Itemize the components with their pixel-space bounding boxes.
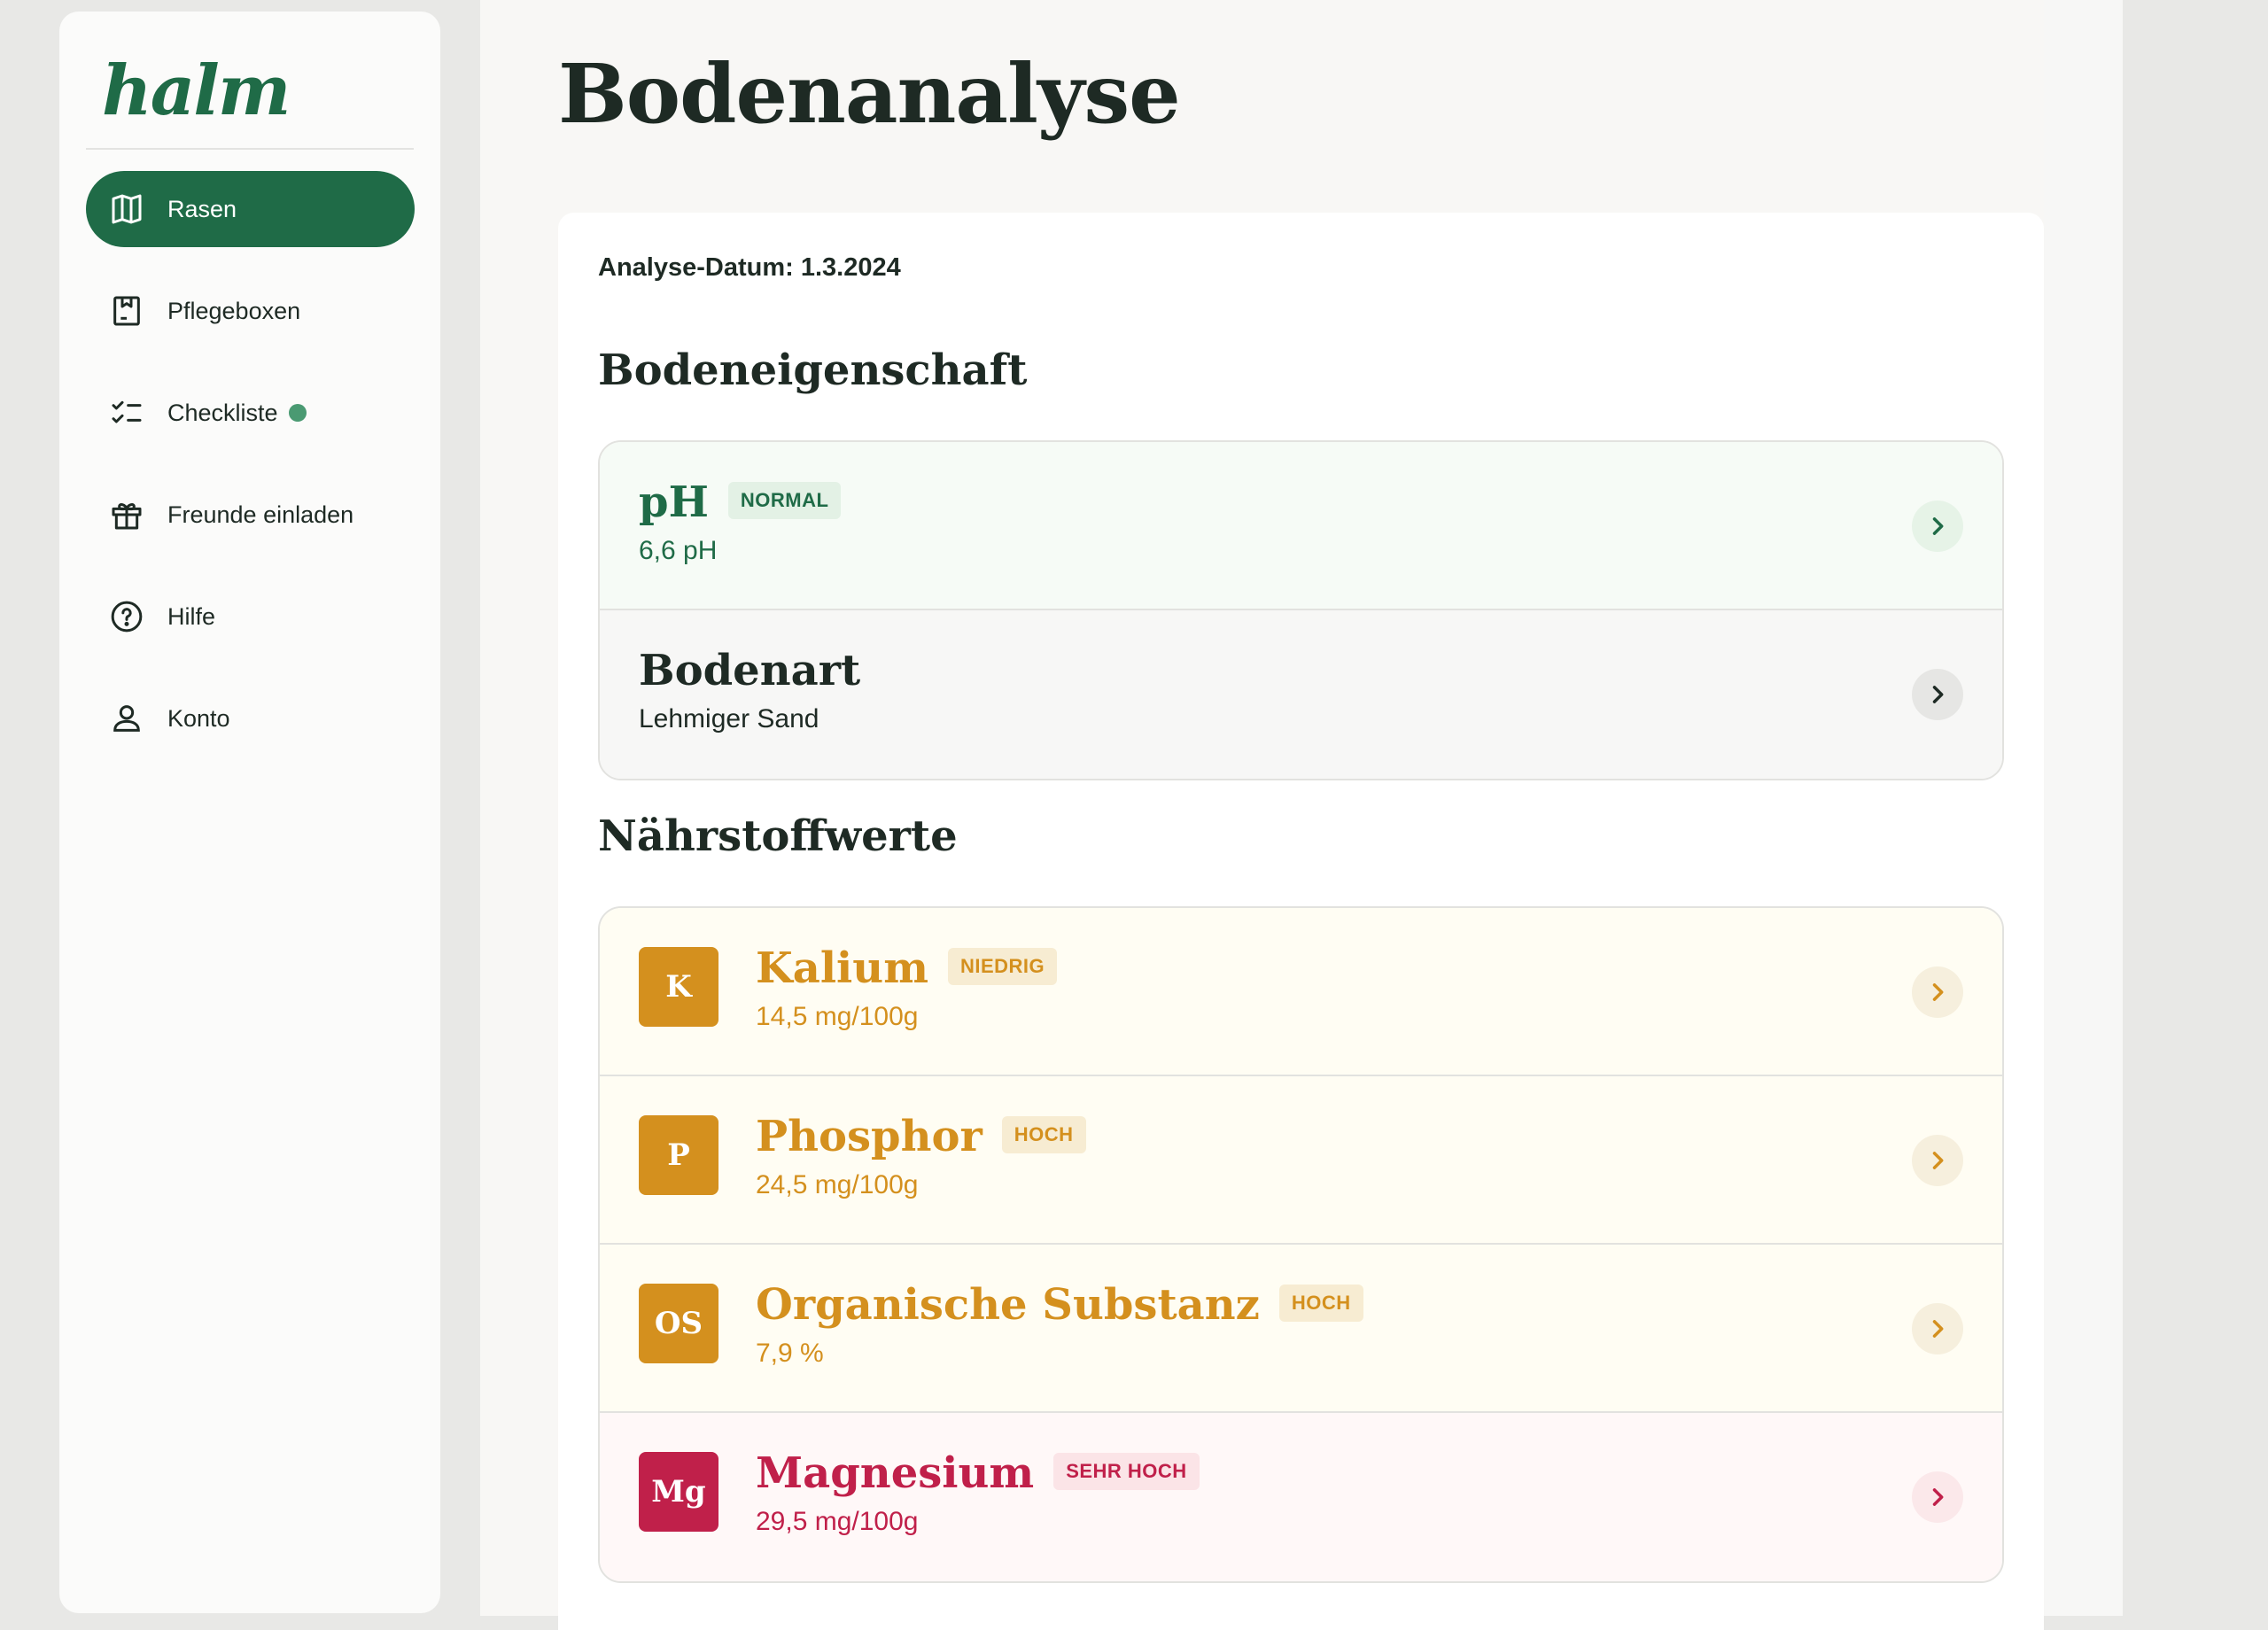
sidebar-item-label: Konto: [167, 704, 230, 732]
gift-icon: [109, 497, 144, 532]
sidebar-item-freunde-einladen[interactable]: Freunde einladen: [86, 477, 415, 553]
main-area: Bodenanalyse Analyse-Datum: 1.3.2024 Bod…: [480, 0, 2123, 1630]
nutrient-symbol-badge: K: [639, 947, 718, 1027]
help-circle-icon: [109, 599, 144, 634]
row-name-text: Magnesium: [756, 1448, 1035, 1498]
row-name: Bodenart: [639, 646, 861, 695]
sidebar-item-konto[interactable]: Konto: [86, 680, 415, 757]
row-name: Organische Substanz HOCH: [756, 1280, 1363, 1330]
analysis-card: Analyse-Datum: 1.3.2024 Bodeneigenschaft…: [558, 213, 2044, 1630]
chevron-right-icon[interactable]: [1912, 501, 1963, 552]
nutrient-row-magnesium[interactable]: Mg Magnesium SEHR HOCH 29,5 mg/100g: [600, 1413, 2002, 1581]
sidebar-item-label: Checkliste: [167, 399, 278, 426]
section-title-soil: Bodeneigenschaft: [598, 345, 1028, 395]
row-value: 29,5 mg/100g: [756, 1507, 919, 1536]
notification-dot: [288, 404, 307, 422]
section-title-nutrients: Nährstoffwerte: [598, 811, 958, 861]
divider: [86, 148, 414, 150]
row-value: 6,6 pH: [639, 536, 718, 565]
status-badge: NIEDRIG: [947, 947, 1058, 985]
nutrient-row-organische-substanz[interactable]: OS Organische Substanz HOCH 7,9 %: [600, 1245, 2002, 1413]
checklist-icon: [109, 395, 144, 431]
row-name: Magnesium SEHR HOCH: [756, 1448, 1200, 1498]
chevron-right-icon[interactable]: [1912, 1471, 1963, 1523]
row-value: 14,5 mg/100g: [756, 1002, 919, 1031]
user-icon: [109, 701, 144, 736]
row-name-text: Organische Substanz: [756, 1280, 1260, 1330]
nutrient-symbol-badge: Mg: [639, 1452, 718, 1532]
chevron-right-icon[interactable]: [1912, 966, 1963, 1018]
chevron-right-icon[interactable]: [1912, 669, 1963, 720]
sidebar: halm Rasen Pflegeboxen Checkliste Freund…: [59, 12, 440, 1613]
row-value: 24,5 mg/100g: [756, 1170, 919, 1199]
row-name: Phosphor HOCH: [756, 1112, 1086, 1161]
soil-property-list: pH NORMAL 6,6 pH Bodenart Lehmiger Sand: [598, 440, 2004, 780]
nutrient-row-kalium[interactable]: K Kalium NIEDRIG 14,5 mg/100g: [600, 908, 2002, 1076]
row-name: Kalium NIEDRIG: [756, 943, 1058, 993]
status-badge: HOCH: [1278, 1284, 1363, 1322]
window-margin: [2123, 0, 2268, 1616]
map-icon: [109, 191, 144, 227]
row-name-text: Phosphor: [756, 1112, 983, 1161]
chevron-right-icon[interactable]: [1912, 1135, 1963, 1186]
sidebar-item-hilfe[interactable]: Hilfe: [86, 578, 415, 655]
nutrient-row-phosphor[interactable]: P Phosphor HOCH 24,5 mg/100g: [600, 1076, 2002, 1245]
status-badge: SEHR HOCH: [1053, 1452, 1200, 1490]
row-name-text: pH: [639, 477, 709, 527]
status-badge: NORMAL: [727, 481, 842, 519]
nutrient-symbol-badge: P: [639, 1115, 718, 1195]
status-badge: HOCH: [1001, 1115, 1086, 1153]
sidebar-item-label: Pflegeboxen: [167, 297, 301, 324]
soil-row-bodenart[interactable]: Bodenart Lehmiger Sand: [600, 610, 2002, 779]
sidebar-item-checkliste[interactable]: Checkliste: [86, 375, 415, 451]
logo[interactable]: halm: [102, 50, 291, 131]
sidebar-item-rasen[interactable]: Rasen: [86, 171, 415, 247]
sidebar-item-label: Hilfe: [167, 602, 216, 630]
nutrient-symbol-badge: OS: [639, 1284, 718, 1363]
row-name-text: Kalium: [756, 943, 928, 993]
row-value: 7,9 %: [756, 1339, 824, 1368]
box-icon: [109, 293, 144, 329]
nutrient-list: K Kalium NIEDRIG 14,5 mg/100g P Phosphor H…: [598, 906, 2004, 1583]
sidebar-item-pflegeboxen[interactable]: Pflegeboxen: [86, 273, 415, 349]
content-panel: Bodenanalyse Analyse-Datum: 1.3.2024 Bod…: [480, 0, 2044, 1630]
sidebar-item-label: Freunde einladen: [167, 501, 354, 528]
row-value: Lehmiger Sand: [639, 704, 819, 734]
analysis-date: Analyse-Datum: 1.3.2024: [598, 253, 901, 282]
sidebar-nav: Rasen Pflegeboxen Checkliste Freunde ein…: [86, 171, 415, 782]
chevron-right-icon[interactable]: [1912, 1303, 1963, 1354]
page-title: Bodenanalyse: [558, 46, 1181, 142]
sidebar-item-label: Rasen: [167, 195, 237, 222]
row-name: pH NORMAL: [639, 477, 842, 527]
soil-row-ph[interactable]: pH NORMAL 6,6 pH: [600, 442, 2002, 610]
